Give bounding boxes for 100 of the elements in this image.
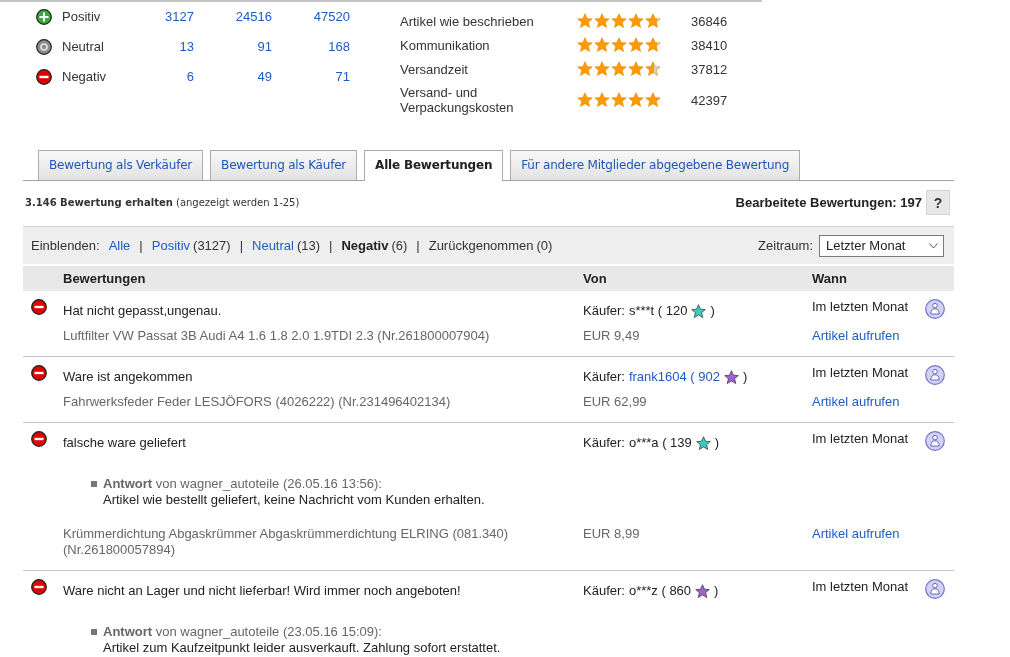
filter-option[interactable]: Alle (108, 237, 131, 254)
bullet-icon (91, 481, 97, 487)
price-text: EUR 62,99 (583, 394, 647, 409)
buyer-name: o***z ( 860 (628, 583, 692, 599)
price-text: EUR 9,49 (583, 328, 640, 343)
person-icon[interactable] (925, 579, 945, 599)
criterion-label: Versandzeit (400, 61, 468, 77)
period-dropdown[interactable]: Letzter Monat (819, 234, 944, 257)
person-icon[interactable] (925, 365, 945, 385)
column-header: Bewertungen (63, 270, 146, 286)
buyer-label: Käufer: (583, 435, 625, 451)
minus-circle-icon (31, 431, 47, 447)
filter-separator: | (416, 237, 420, 254)
rating-type-label: Neutral (62, 39, 104, 54)
buyer-label: Käufer: (583, 303, 625, 319)
bracket-text: ) (714, 583, 719, 599)
count-link[interactable]: 3127 (165, 9, 194, 24)
star-icon (611, 13, 627, 29)
buyer-link[interactable]: frank1604 ( 902 (628, 369, 720, 385)
star-icon (577, 13, 593, 29)
filter-count: (6) (391, 237, 408, 254)
star-icon (594, 13, 610, 29)
bracket-text: ) (714, 435, 720, 451)
person-icon[interactable] (925, 299, 945, 319)
rating-type-label: Negativ (62, 69, 107, 84)
help-button[interactable]: ? (926, 190, 950, 215)
filter-separator: | (329, 237, 333, 254)
criterion-label: Artikel wie beschrieben (400, 13, 534, 29)
rating-count: 37812 (691, 61, 728, 77)
buyer-name: s***t ( 120 (628, 303, 688, 319)
feedback-comment: Hat nicht gepasst,ungenau. (63, 303, 222, 318)
reply-header: Antwort von wagner_autoteile (26.05.16 13:56): (103, 476, 382, 492)
star-icon (628, 61, 644, 77)
star-icon (611, 92, 627, 108)
rating-count: 38410 (691, 37, 728, 53)
item-title: Luftfilter VW Passat 3B Audi A4 1.6 1.8 2.0 1.9TDI 2.3 (Nr.261800007904) (63, 328, 490, 343)
bracket-text: ) (743, 369, 748, 385)
item-title: Krümmerdichtung Abgaskrümmer Abgaskrümmerdichtung ELRING (081.340) (Nr.261800057894) (63, 526, 509, 557)
feedback-comment: Ware nicht an Lager und nicht lieferbar! Wird immer noch angeboten! (63, 583, 461, 598)
count-link[interactable]: 168 (328, 39, 350, 54)
count-link[interactable]: 49 (257, 69, 272, 84)
period-label: Zeitraum: (758, 237, 813, 254)
rating-count: 36846 (691, 13, 728, 29)
edited-count-text: Bearbeitete Bewertungen: 197 (735, 194, 922, 211)
count-link[interactable]: 6 (186, 69, 194, 84)
star-icon (611, 37, 627, 53)
star-icon (577, 92, 593, 108)
rating-count: 42397 (691, 92, 728, 108)
filter-option[interactable]: Positiv (151, 237, 191, 254)
reply-text: Artikel wie bestellt geliefert, keine Nachricht vom Kunden erhalten. (103, 492, 485, 507)
filter-count: (3127) (193, 237, 231, 254)
star-icon (594, 61, 610, 77)
tab[interactable]: Bewertung als Verkäufer (38, 150, 204, 180)
when-text: Im letzten Monat (812, 579, 909, 594)
count-link[interactable]: 47520 (313, 9, 350, 24)
filter-separator: | (239, 237, 243, 254)
when-text: Im letzten Monat (812, 431, 909, 446)
minus-circle-icon (31, 299, 47, 315)
reply-text: Artikel zum Kaufzeitpunkt leider ausverkauft. Zahlung sofort erstattet. (103, 640, 501, 655)
filter-option[interactable]: Negativ (341, 237, 389, 254)
feedback-comment: falsche ware geliefert (63, 435, 186, 450)
star-icon (645, 37, 661, 53)
count-link[interactable]: 24516 (235, 9, 272, 24)
tab[interactable]: Alle Bewertungen (364, 150, 504, 181)
star-icon (577, 61, 593, 77)
when-text: Im letzten Monat (812, 365, 909, 380)
item-title: Fahrwerksfeder Feder LESJÖFORS (4026222) (Nr.231496402134) (63, 394, 451, 409)
minus-circle-icon (36, 69, 52, 85)
star-icon (594, 92, 610, 108)
filter-option: Zurückgenommen (428, 237, 534, 254)
plus-circle-icon (36, 9, 52, 25)
criterion-label: Versand- und Verpackungskosten (400, 85, 514, 115)
star-icon (628, 37, 644, 53)
item-link[interactable]: Artikel aufrufen (812, 526, 900, 541)
criterion-label: Kommunikation (400, 37, 490, 53)
filter-option[interactable]: Neutral (252, 237, 294, 254)
count-link[interactable]: 71 (335, 69, 350, 84)
star-icon (594, 37, 610, 53)
filter-separator: | (139, 237, 143, 254)
tab[interactable]: Für andere Mitglieder abgegebene Bewertung (510, 150, 801, 180)
item-link[interactable]: Artikel aufrufen (812, 394, 900, 409)
reply-header: Antwort von wagner_autoteile (23.05.16 15:09): (103, 624, 382, 640)
filter-label: Einblenden: (31, 237, 100, 254)
filter-count: (0) (536, 237, 553, 254)
star-icon (645, 92, 661, 108)
column-header: Wann (812, 270, 847, 286)
ring-circle-icon (36, 39, 52, 55)
star-icon (577, 37, 593, 53)
star-icon (628, 13, 644, 29)
count-link[interactable]: 91 (257, 39, 272, 54)
received-count-text: 3.146 Bewertung erhalten (angezeigt werden 1-25) (25, 195, 300, 210)
item-link[interactable]: Artikel aufrufen (812, 328, 900, 343)
star-icon (611, 61, 627, 77)
minus-circle-icon (31, 365, 47, 381)
buyer-name: o***a ( 139 (628, 435, 692, 451)
when-text: Im letzten Monat (812, 299, 909, 314)
price-text: EUR 8,99 (583, 526, 640, 541)
count-link[interactable]: 13 (179, 39, 194, 54)
person-icon[interactable] (925, 431, 945, 451)
tab[interactable]: Bewertung als Käufer (210, 150, 358, 180)
